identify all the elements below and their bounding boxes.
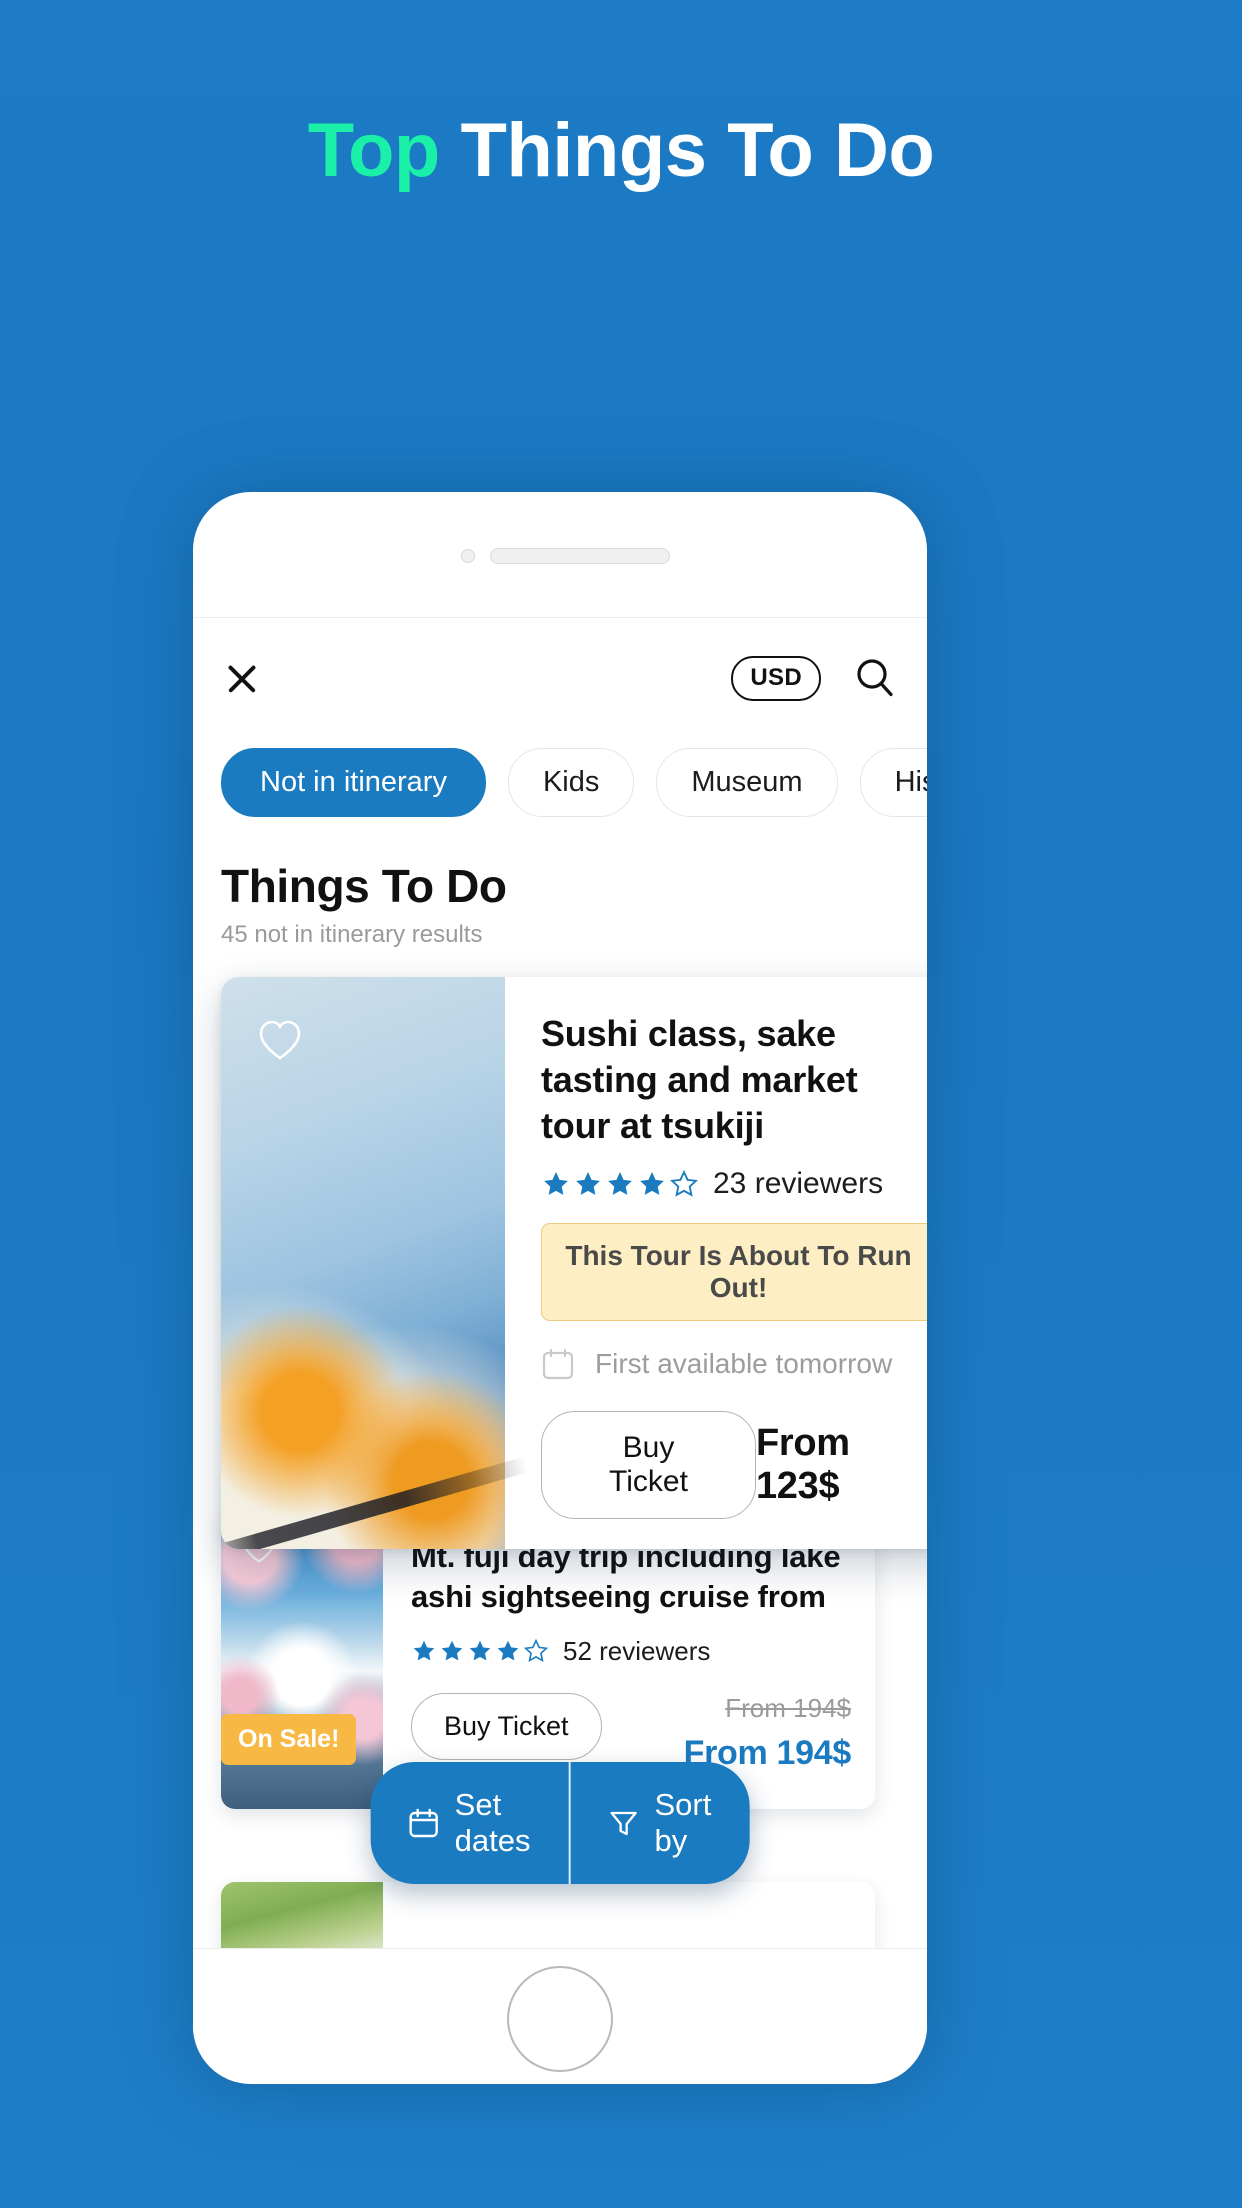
filter-chip-kids[interactable]: Kids bbox=[507, 748, 635, 817]
star-filled-icon bbox=[576, 1172, 600, 1196]
app-header: USD bbox=[193, 618, 927, 738]
currency-selector[interactable]: USD bbox=[731, 655, 821, 701]
star-filled-icon bbox=[469, 1640, 491, 1661]
phone-mockup: USD Not in itinerary Kids Museum Histo T… bbox=[193, 492, 927, 2084]
set-dates-button[interactable]: Set dates bbox=[371, 1762, 569, 1884]
sort-by-button[interactable]: Sort by bbox=[570, 1762, 749, 1884]
star-rating bbox=[411, 1638, 549, 1664]
availability-text: First available tomorrow bbox=[595, 1348, 893, 1380]
activity-cta-row: Buy Ticket From 194$ From 194$ bbox=[411, 1692, 852, 1773]
activity-thumbnail: On Sale! bbox=[221, 1509, 383, 1809]
header-actions: USD bbox=[731, 655, 897, 701]
star-filled-icon bbox=[441, 1640, 463, 1661]
home-button[interactable] bbox=[507, 1966, 613, 2072]
star-empty-icon bbox=[670, 1170, 698, 1197]
heart-outline-icon[interactable] bbox=[255, 1015, 305, 1065]
sale-badge: On Sale! bbox=[221, 1714, 357, 1765]
section-title: Things To Do bbox=[221, 860, 507, 912]
star-rating bbox=[541, 1169, 699, 1199]
calendar-icon bbox=[409, 1808, 439, 1838]
page-title-rest: Things To Do bbox=[439, 107, 935, 193]
activity-price: From 123$ bbox=[755, 1422, 850, 1508]
activity-thumbnail bbox=[221, 977, 505, 1550]
activity-rating: 52 reviewers bbox=[411, 1636, 851, 1667]
sort-by-label: Sort by bbox=[654, 1787, 712, 1858]
activity-price-original: From 194$ bbox=[725, 1692, 851, 1723]
filter-chip-museum[interactable]: Museum bbox=[656, 748, 838, 817]
star-filled-icon bbox=[544, 1172, 568, 1196]
camera-icon bbox=[461, 549, 475, 563]
filter-chip-row[interactable]: Not in itinerary Kids Museum Histo bbox=[193, 748, 927, 817]
phone-bottom-bezel bbox=[193, 1949, 927, 2082]
activity-title: Sushi class, sake tasting and market tou… bbox=[541, 1013, 858, 1147]
section-subtitle: 45 not in itinerary results bbox=[221, 921, 483, 948]
hero-banner: Top Things To Do bbox=[0, 0, 1242, 300]
close-icon[interactable] bbox=[221, 657, 263, 699]
star-filled-icon bbox=[413, 1640, 435, 1661]
speaker-grill bbox=[490, 548, 670, 564]
review-count: 23 reviewers bbox=[713, 1167, 884, 1201]
activity-card[interactable]: Sushi class, sake tasting and market tou… bbox=[221, 977, 927, 1550]
filter-chip-history[interactable]: Histo bbox=[859, 748, 927, 817]
star-filled-icon bbox=[497, 1640, 519, 1661]
buy-ticket-button[interactable]: Buy Ticket bbox=[541, 1411, 756, 1520]
status-badge: This Tour Is About To Run Out! bbox=[541, 1223, 927, 1322]
star-filled-icon bbox=[640, 1172, 664, 1196]
search-icon[interactable] bbox=[853, 656, 897, 700]
section-header: Things To Do 45 not in itinerary results bbox=[193, 817, 927, 949]
availability-row: First available tomorrow bbox=[541, 1347, 927, 1381]
activity-thumbnail bbox=[221, 1882, 383, 1948]
activity-price-stack: From 194$ From 194$ bbox=[684, 1692, 852, 1773]
filter-funnel-icon bbox=[608, 1808, 638, 1838]
calendar-icon bbox=[541, 1347, 575, 1381]
floating-action-bar: Set dates Sort by bbox=[370, 1762, 750, 1884]
activity-cta-row: Buy Ticket From 123$ bbox=[541, 1411, 927, 1520]
star-filled-icon bbox=[608, 1172, 632, 1196]
page-title: Top Things To Do bbox=[308, 107, 935, 194]
set-dates-label: Set dates bbox=[454, 1787, 531, 1858]
app-screen: USD Not in itinerary Kids Museum Histo T… bbox=[193, 617, 927, 1949]
phone-top-bezel bbox=[193, 492, 927, 617]
buy-ticket-button[interactable]: Buy Ticket bbox=[411, 1692, 602, 1760]
filter-chip-not-in-itinerary[interactable]: Not in itinerary bbox=[221, 748, 486, 817]
star-empty-icon bbox=[523, 1638, 549, 1663]
activity-card-body: Sushi class, sake tasting and market tou… bbox=[505, 977, 927, 1549]
activity-rating: 23 reviewers bbox=[541, 1167, 927, 1201]
activity-card[interactable] bbox=[221, 1882, 875, 1948]
page-title-accent: Top bbox=[307, 107, 441, 193]
review-count: 52 reviewers bbox=[563, 1635, 711, 1666]
